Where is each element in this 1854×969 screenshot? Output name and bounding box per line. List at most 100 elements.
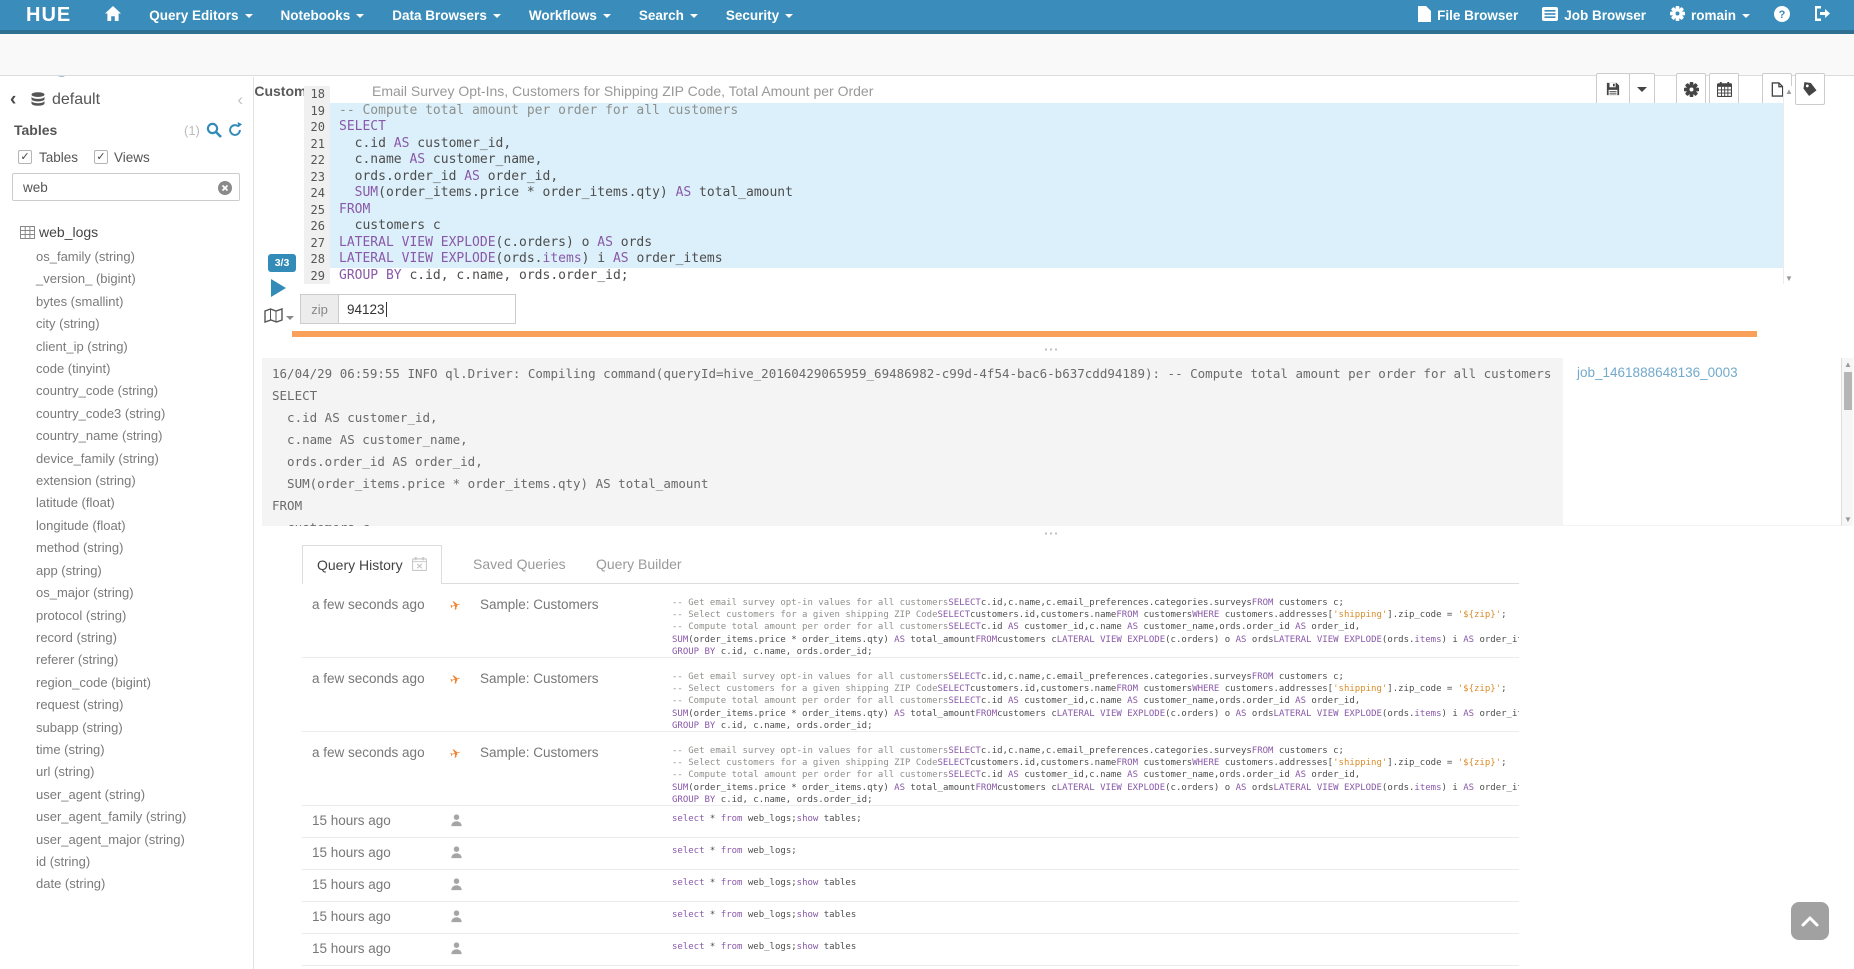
logout-button[interactable] — [1802, 0, 1842, 30]
column-item[interactable]: record (string) — [0, 627, 253, 649]
history-row[interactable]: 15 hours agoselect * from web_logs;show … — [302, 934, 1519, 966]
tables-checkbox[interactable]: ✓ — [18, 150, 32, 164]
column-item[interactable]: client_ip (string) — [0, 336, 253, 358]
clear-search-icon[interactable] — [218, 181, 232, 200]
column-item[interactable]: country_code (string) — [0, 380, 253, 402]
scroll-up-icon[interactable]: ▲ — [1844, 360, 1852, 369]
column-item[interactable]: subapp (string) — [0, 717, 253, 739]
nav-menu-search[interactable]: Search — [625, 0, 712, 30]
table-search-input[interactable] — [13, 174, 239, 200]
history-row[interactable]: 15 hours agoselect * from web_logs;show … — [302, 806, 1519, 838]
scroll-up-icon[interactable]: ▲ — [1785, 87, 1793, 96]
search-icon[interactable] — [206, 122, 222, 143]
column-item[interactable]: device_family (string) — [0, 448, 253, 470]
tab-saved-queries[interactable]: Saved Queries — [473, 545, 566, 583]
editor-line[interactable]: 24 SUM(order_items.price * order_items.q… — [304, 185, 1783, 202]
column-item[interactable]: os_family (string) — [0, 246, 253, 268]
nav-menu-label: Security — [726, 8, 779, 23]
list-icon — [1542, 7, 1558, 24]
history-row[interactable]: a few seconds ago✈Sample: Customers-- Ge… — [302, 584, 1519, 658]
history-row[interactable]: a few seconds ago✈Sample: Customers-- Ge… — [302, 732, 1519, 806]
editor-line[interactable]: 23 ords.order_id AS order_id, — [304, 169, 1783, 186]
column-item[interactable]: id (string) — [0, 851, 253, 873]
refresh-icon[interactable] — [227, 122, 243, 143]
column-item[interactable]: request (string) — [0, 694, 253, 716]
database-name[interactable]: default — [52, 91, 100, 109]
history-row[interactable]: a few seconds ago✈Sample: Customers-- Ge… — [302, 658, 1519, 732]
column-item[interactable]: longitude (float) — [0, 515, 253, 537]
column-item[interactable]: date (string) — [0, 873, 253, 895]
column-item[interactable]: city (string) — [0, 313, 253, 335]
column-item[interactable]: method (string) — [0, 537, 253, 559]
nav-menu-data-browsers[interactable]: Data Browsers — [378, 0, 515, 30]
log-scrollbar[interactable]: ▲ ▼ — [1841, 358, 1853, 526]
scrollbar-thumb[interactable] — [1844, 372, 1852, 410]
table-item-web-logs[interactable]: web_logs — [0, 223, 253, 243]
history-row[interactable]: 15 hours agoselect * from web_logs;show … — [302, 870, 1519, 902]
scroll-down-icon[interactable]: ▼ — [1785, 274, 1793, 283]
help-button[interactable]: ? — [1762, 0, 1802, 30]
sql-token: order_id, — [1306, 696, 1360, 706]
navigator-menu[interactable] — [264, 308, 294, 328]
column-item[interactable]: country_code3 (string) — [0, 403, 253, 425]
tags-button[interactable] — [1795, 73, 1825, 105]
editor-line[interactable]: 25FROM — [304, 202, 1783, 219]
back-chevron-icon[interactable]: ‹ — [10, 89, 16, 111]
column-item[interactable]: region_code (bigint) — [0, 672, 253, 694]
column-item[interactable]: os_major (string) — [0, 582, 253, 604]
user-menu[interactable]: romain — [1658, 0, 1762, 30]
column-item[interactable]: _version_ (bigint) — [0, 268, 253, 290]
clear-history-icon[interactable] — [412, 557, 427, 574]
history-row[interactable]: 15 hours agoselect * from web_logs;show … — [302, 902, 1519, 934]
execute-button[interactable] — [271, 279, 286, 297]
nav-menu-security[interactable]: Security — [712, 0, 807, 30]
sql-token: from — [721, 846, 743, 856]
file-browser-label: File Browser — [1437, 8, 1518, 23]
editor-scrollbar[interactable]: ▲ ▼ — [1783, 86, 1795, 284]
editor-line[interactable]: 19-- Compute total amount per order for … — [304, 103, 1783, 120]
views-checkbox[interactable]: ✓ — [94, 150, 108, 164]
column-item[interactable]: bytes (smallint) — [0, 291, 253, 313]
editor-line[interactable]: 28LATERAL VIEW EXPLODE(ords.items) i AS … — [304, 251, 1783, 268]
file-browser-button[interactable]: File Browser — [1406, 0, 1530, 30]
editor-line[interactable]: 20SELECT — [304, 119, 1783, 136]
column-item[interactable]: country_name (string) — [0, 425, 253, 447]
column-item[interactable]: app (string) — [0, 560, 253, 582]
column-item[interactable]: latitude (float) — [0, 492, 253, 514]
column-item[interactable]: url (string) — [0, 761, 253, 783]
editor-line[interactable]: 22 c.name AS customer_name, — [304, 152, 1783, 169]
nav-menu-workflows[interactable]: Workflows — [515, 0, 625, 30]
hue-logo[interactable]: HUE — [26, 4, 71, 27]
tab-query-builder[interactable]: Query Builder — [596, 545, 682, 583]
column-item[interactable]: user_agent (string) — [0, 784, 253, 806]
nav-menu-query-editors[interactable]: Query Editors — [135, 0, 266, 30]
scroll-to-top-button[interactable] — [1791, 902, 1829, 940]
sql-token: customers c; — [1273, 598, 1343, 608]
scroll-down-icon[interactable]: ▼ — [1844, 515, 1852, 524]
nav-menu-notebooks[interactable]: Notebooks — [267, 0, 379, 30]
column-item[interactable]: protocol (string) — [0, 605, 253, 627]
collapse-sidebar-icon[interactable]: ‹ — [237, 90, 243, 110]
editor-line[interactable]: 21 c.id AS customer_id, — [304, 136, 1783, 153]
sql-line: select * from web_logs; — [672, 845, 1513, 857]
column-item[interactable]: code (tinyint) — [0, 358, 253, 380]
tab-query-history[interactable]: Query History — [302, 545, 442, 584]
sql-editor[interactable]: 1819-- Compute total amount per order fo… — [304, 86, 1783, 284]
column-item[interactable]: user_agent_major (string) — [0, 829, 253, 851]
column-item[interactable]: extension (string) — [0, 470, 253, 492]
column-item[interactable]: time (string) — [0, 739, 253, 761]
editor-line[interactable]: 26 customers c — [304, 218, 1783, 235]
editor-line[interactable]: 29GROUP BY c.id, c.name, ords.order_id; — [304, 268, 1783, 285]
editor-line[interactable]: 27LATERAL VIEW EXPLODE(c.orders) o AS or… — [304, 235, 1783, 252]
job-link[interactable]: job_1461888648136_0003 — [1577, 365, 1738, 380]
results-resize-handle[interactable]: ⋯ — [1030, 529, 1074, 539]
history-row[interactable]: 15 hours agoselect * from web_logs; — [302, 838, 1519, 870]
column-item[interactable]: referer (string) — [0, 649, 253, 671]
log-resize-handle[interactable]: ⋯ — [1030, 345, 1074, 355]
column-item[interactable]: user_agent_family (string) — [0, 806, 253, 828]
query-history-list: a few seconds ago✈Sample: Customers-- Ge… — [302, 584, 1519, 969]
editor-line[interactable]: 18 — [304, 86, 1783, 103]
variable-value-input[interactable]: 94123 — [338, 294, 516, 324]
job-browser-button[interactable]: Job Browser — [1530, 0, 1658, 30]
home-button[interactable] — [91, 0, 135, 30]
